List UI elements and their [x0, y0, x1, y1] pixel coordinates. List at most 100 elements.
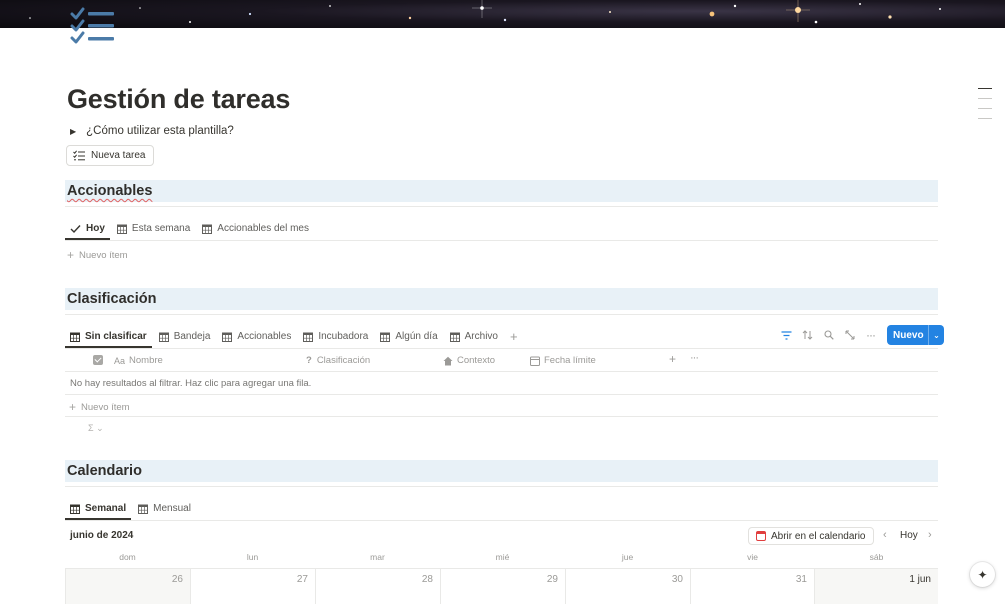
clasificacion-new-item[interactable]: + Nuevo ítem [69, 400, 130, 414]
toggle-triangle-icon[interactable]: ▶ [70, 127, 76, 136]
calculate-button[interactable]: Σ ⌄ [88, 423, 104, 434]
tab-label: Incubadora [318, 331, 369, 342]
more-icon[interactable]: ··· [860, 325, 881, 345]
toggle-label: ¿Cómo utilizar esta plantilla? [86, 125, 234, 137]
column-label: Clasificación [316, 355, 371, 366]
divider [65, 520, 938, 521]
calendar-app-icon [756, 531, 766, 541]
chevron-left-icon[interactable]: ‹ [883, 529, 887, 541]
check-icon [70, 224, 81, 233]
checklist-icon[interactable] [70, 4, 118, 46]
calendar-day-cell[interactable]: 31 [690, 569, 814, 604]
tab-algun-dia[interactable]: Algún día [375, 331, 442, 348]
calendar-day-cell[interactable]: 1 jun [814, 569, 938, 604]
tab-accionables[interactable]: Accionables [217, 331, 296, 348]
day-number: 30 [671, 574, 683, 585]
divider [65, 416, 938, 417]
table-icon [70, 332, 80, 342]
column-clasificacion[interactable]: ? Clasificación [306, 355, 370, 366]
weekday-label: dom [119, 552, 136, 562]
today-button[interactable]: Hoy [900, 530, 918, 541]
tab-label: Algún día [395, 331, 438, 342]
tab-accionables-del-mes[interactable]: Accionables del mes [197, 223, 314, 240]
calendar-grid: 26 27 28 29 30 31 1 jun [65, 568, 938, 604]
weekday-label: jue [621, 552, 634, 562]
column-fecha-limite[interactable]: Fecha límite [530, 355, 596, 366]
cover-image[interactable] [0, 0, 1005, 28]
tab-hoy[interactable]: Hoy [65, 223, 110, 240]
sort-icon[interactable] [797, 325, 818, 345]
tab-bandeja[interactable]: Bandeja [154, 331, 216, 348]
select-all-checkbox[interactable] [93, 355, 103, 365]
weekday-label: mié [495, 552, 510, 562]
search-icon[interactable] [818, 325, 839, 345]
open-in-calendar-button[interactable]: Abrir en el calendario [748, 527, 874, 545]
column-label: Fecha límite [544, 355, 596, 366]
expand-icon[interactable] [839, 325, 860, 345]
calendar-day-cell[interactable]: 28 [315, 569, 440, 604]
new-entry-button[interactable]: Nuevo ⌄ [887, 325, 944, 345]
divider [65, 394, 938, 395]
plus-icon: + [510, 329, 518, 344]
heading-accionables-text: Accionables [67, 183, 153, 199]
calendar-icon [202, 224, 213, 234]
table-icon [449, 332, 460, 342]
tab-label: Bandeja [173, 331, 211, 342]
new-task-label: Nueva tarea [91, 150, 146, 161]
ai-sparkle-button[interactable]: ✦ [970, 562, 995, 587]
table-icon [222, 332, 233, 342]
tab-label: Hoy [86, 223, 105, 234]
tab-esta-semana[interactable]: Esta semana [112, 223, 195, 240]
tab-label: Semanal [85, 503, 127, 514]
column-nombre[interactable]: Aa Nombre [114, 355, 163, 366]
calendar-day-cell[interactable]: 30 [565, 569, 690, 604]
calendar-day-cell[interactable]: 29 [440, 569, 565, 604]
heading-accionables: Accionables [65, 180, 938, 202]
column-contexto[interactable]: Contexto [443, 355, 495, 366]
table-header: Aa Nombre ? Clasificación Contexto Fecha… [65, 351, 938, 371]
sparkle-icon: ✦ [977, 567, 988, 582]
tab-label: Sin clasificar [85, 331, 147, 342]
filter-icon[interactable] [776, 325, 797, 345]
divider [65, 486, 938, 487]
accionables-tabs: Hoy Esta semana Accionables del mes [65, 214, 316, 240]
heading-clasificacion: Clasificación [65, 288, 938, 310]
calendario-tabs: Semanal Mensual [65, 494, 198, 520]
more-icon[interactable]: ··· [690, 352, 699, 364]
add-property-button[interactable]: + [669, 352, 676, 366]
table-of-contents[interactable] [978, 88, 992, 128]
checkbox-icon [93, 355, 103, 365]
chevron-right-icon[interactable]: › [928, 529, 932, 541]
calendar-icon [116, 224, 127, 234]
weekday-label: lun [246, 552, 259, 562]
new-task-button[interactable]: Nueva tarea [66, 145, 155, 166]
add-view-button[interactable]: + [505, 329, 523, 348]
day-number: 27 [296, 574, 308, 585]
day-number: 29 [546, 574, 558, 585]
page-title[interactable]: Gestión de tareas [67, 84, 290, 115]
calendar-icon [70, 504, 80, 514]
calendar-day-cell[interactable]: 26 [65, 569, 190, 604]
tab-label: Accionables [237, 331, 292, 342]
day-number: 28 [421, 574, 433, 585]
tab-incubadora[interactable]: Incubadora [298, 331, 373, 348]
table-icon [380, 332, 391, 342]
chevron-down-icon[interactable]: ⌄ [928, 325, 944, 345]
calendar-day-cell[interactable]: 27 [190, 569, 315, 604]
clasificacion-tabs: Sin clasificar Bandeja Accionables Incub… [65, 322, 525, 348]
tab-archivo[interactable]: Archivo [445, 331, 503, 348]
tab-semanal[interactable]: Semanal [65, 503, 132, 520]
accionables-new-item[interactable]: + Nuevo ítem [67, 248, 128, 262]
tab-sin-clasificar[interactable]: Sin clasificar [65, 331, 152, 348]
tab-label: Archivo [464, 331, 498, 342]
new-item-label: Nuevo ítem [81, 401, 130, 413]
home-icon [443, 356, 453, 365]
weekday-label: mar [370, 552, 385, 562]
tab-mensual[interactable]: Mensual [133, 503, 196, 520]
calendar-header: junio de 2024 Abrir en el calendario ‹ H… [65, 527, 938, 545]
new-entry-label: Nuevo [893, 329, 924, 341]
how-to-toggle[interactable]: ▶ ¿Cómo utilizar esta plantilla? [70, 125, 234, 137]
empty-state-message[interactable]: No hay resultados al filtrar. Haz clic p… [70, 378, 311, 389]
weekday-label: sáb [869, 552, 884, 562]
tab-label: Esta semana [131, 223, 191, 234]
